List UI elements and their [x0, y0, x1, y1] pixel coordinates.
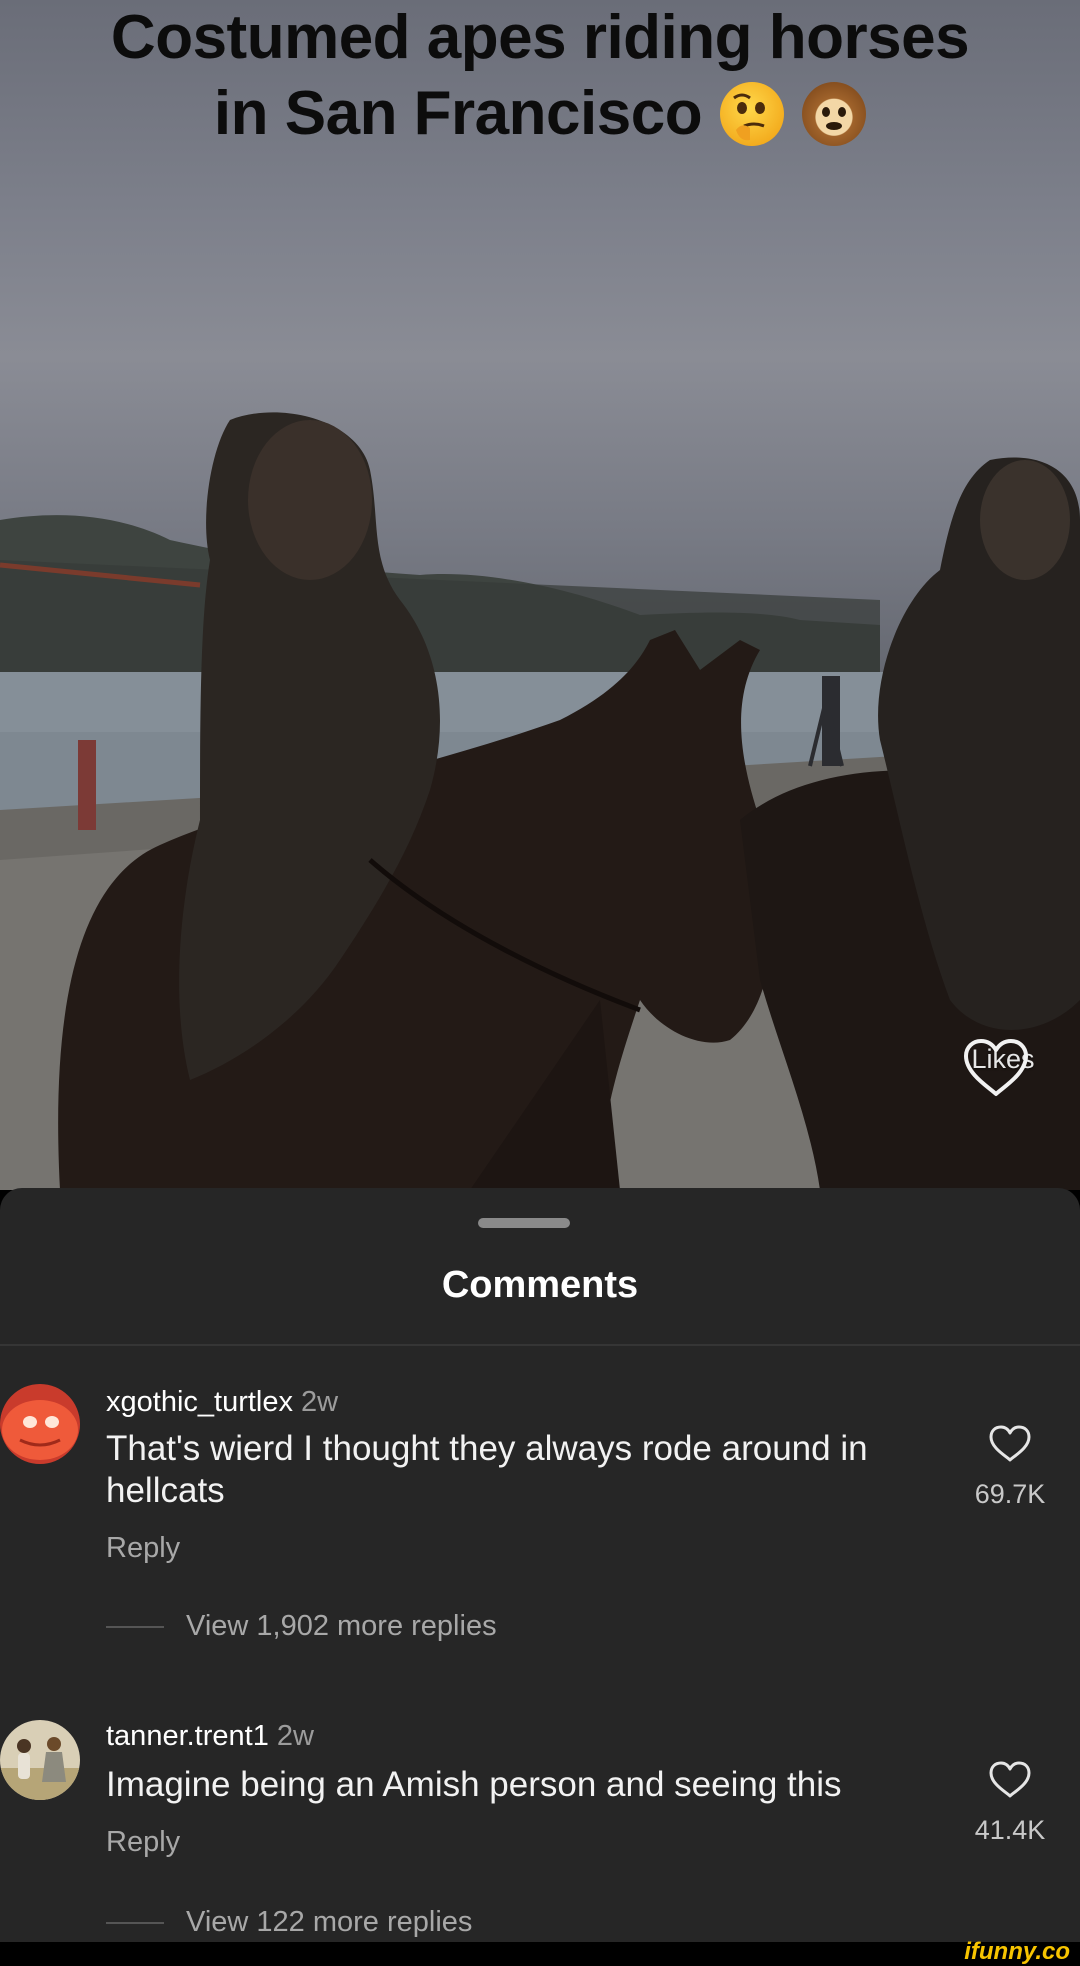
sheet-divider	[0, 1344, 1080, 1346]
caption-line-2-row: in San Francisco	[213, 76, 867, 152]
monkey-face-icon	[802, 82, 867, 146]
view-replies-button[interactable]: View 122 more replies	[106, 1906, 472, 1939]
view-replies-button[interactable]: View 1,902 more replies	[106, 1610, 497, 1643]
view-replies-label: View 122 more replies	[186, 1906, 473, 1938]
video-frame-scene	[0, 412, 1080, 1190]
reply-button[interactable]: Reply	[106, 1826, 180, 1859]
video-player[interactable]: Costumed apes riding horses in San Franc…	[0, 0, 1080, 1190]
comment-time: 2w	[301, 1386, 339, 1418]
comment-text: That's wierd I thought they always rode …	[106, 1429, 868, 1510]
comment-username[interactable]: tanner.trent1	[106, 1720, 269, 1752]
comment-header: tanner.trent1 2w	[106, 1720, 314, 1753]
watermark-bar: ifunny.co	[0, 1938, 1080, 1965]
comment-time: 2w	[276, 1720, 314, 1752]
comment-like-count: 69.7K	[974, 1479, 1046, 1509]
thinking-face-icon	[720, 82, 785, 146]
comment-header: xgothic_turtlex 2w	[106, 1386, 338, 1419]
comments-sheet: Comments xgothic_turtlex 2w That's wierd …	[0, 1188, 1080, 1962]
replies-divider-line	[106, 1625, 164, 1628]
heart-outline-icon	[989, 1425, 1031, 1462]
comment-username[interactable]: xgothic_turtlex	[106, 1386, 293, 1418]
replies-divider-line	[106, 1921, 164, 1924]
view-replies-label: View 1,902 more replies	[186, 1610, 497, 1642]
heart-outline-icon	[964, 1039, 1028, 1096]
caption-line-1: Costumed apes riding horses	[110, 3, 970, 72]
heart-outline-icon	[989, 1761, 1031, 1798]
avatar[interactable]	[0, 1384, 80, 1464]
likes-button[interactable]: Likes	[960, 1036, 1046, 1096]
reply-button[interactable]: Reply	[106, 1532, 180, 1565]
sheet-drag-handle[interactable]	[478, 1218, 570, 1228]
comment-like-count: 41.4K	[974, 1815, 1046, 1845]
caption-line-2: in San Francisco	[213, 79, 703, 148]
comment-like-button[interactable]: 69.7K	[960, 1424, 1060, 1510]
comment-text: Imagine being an Amish person and seeing…	[106, 1765, 842, 1804]
sheet-title: Comments	[441, 1264, 639, 1306]
avatar[interactable]	[0, 1720, 80, 1800]
video-caption: Costumed apes riding horses in San Franc…	[0, 0, 1080, 152]
comment-like-button[interactable]: 41.4K	[960, 1760, 1060, 1846]
